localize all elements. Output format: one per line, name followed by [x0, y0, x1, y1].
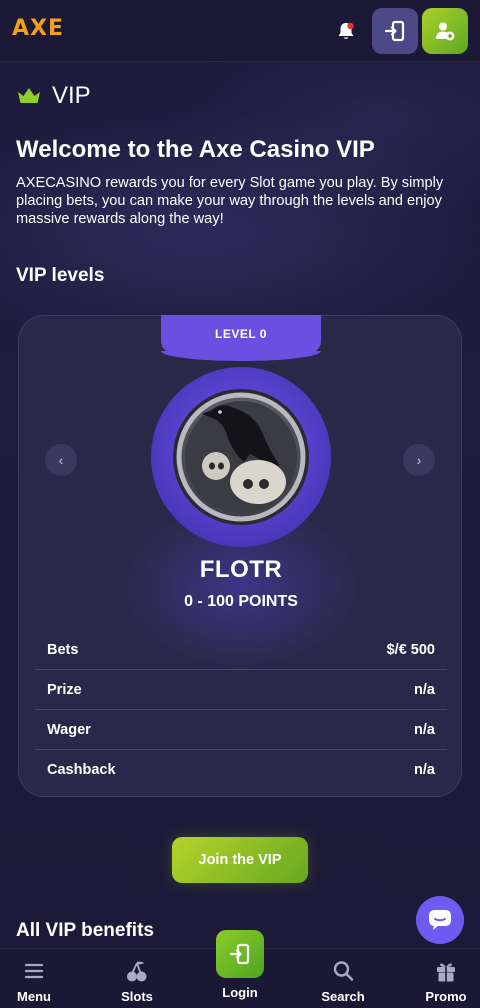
- nav-item-promo[interactable]: Promo: [406, 959, 480, 1004]
- nav-item-slots[interactable]: Slots: [97, 959, 177, 1004]
- chat-icon: [429, 910, 451, 930]
- stat-value: $/€ 500: [386, 641, 435, 658]
- nav-label: Search: [321, 989, 365, 1004]
- vip-levels-heading: VIP levels: [16, 265, 105, 286]
- chevron-right-icon: ›: [416, 452, 422, 468]
- vip-title-text: VIP: [52, 82, 91, 109]
- stat-label: Bets: [47, 641, 79, 658]
- stat-value: n/a: [414, 681, 435, 698]
- nav-item-login[interactable]: Login: [200, 985, 280, 1000]
- stat-label: Wager: [47, 721, 91, 738]
- stat-row-bets: Bets $/€ 500: [35, 630, 447, 670]
- cherries-icon: [127, 961, 147, 982]
- vip-level-card: LEVEL 0 ‹ › FLOTR 0 - 100 POINTS Bets $/…: [18, 315, 462, 797]
- login-icon: [229, 943, 250, 965]
- vip-heading: VIP: [16, 82, 91, 110]
- vip-page: AXE VIP Welcome to the Axe Casino VIP AX…: [0, 0, 480, 1008]
- nav-label: Login: [222, 985, 258, 1000]
- level-name: FLOTR: [199, 556, 283, 583]
- stat-value: n/a: [414, 721, 435, 738]
- stat-row-wager: Wager n/a: [35, 710, 447, 750]
- level-stats-table: Bets $/€ 500 Prize n/a Wager n/a Cashbac…: [35, 630, 447, 790]
- stat-value: n/a: [414, 762, 435, 778]
- level-tab-label: LEVEL 0: [215, 327, 267, 341]
- join-vip-button[interactable]: Join the VIP: [172, 837, 308, 883]
- chat-button[interactable]: [416, 896, 464, 944]
- level-badge-image: [151, 367, 331, 547]
- nav-label: Menu: [17, 989, 51, 1004]
- next-level-button[interactable]: ›: [403, 444, 435, 476]
- bell-icon[interactable]: [336, 20, 356, 42]
- search-icon: [333, 961, 354, 981]
- stat-row-prize: Prize n/a: [35, 670, 447, 710]
- header-register-button[interactable]: [422, 8, 468, 54]
- page-title: Welcome to the Axe Casino VIP: [16, 136, 375, 163]
- level-tab: LEVEL 0: [161, 315, 321, 361]
- menu-icon: [24, 963, 44, 979]
- stat-label: Prize: [47, 681, 82, 698]
- logo[interactable]: AXE: [12, 16, 64, 41]
- stat-label: Cashback: [47, 762, 116, 778]
- header-login-button[interactable]: [372, 8, 418, 54]
- nav-item-search[interactable]: Search: [303, 959, 383, 1004]
- level-points: 0 - 100 POINTS: [184, 593, 298, 610]
- nav-login-button[interactable]: [216, 930, 264, 978]
- login-icon: [384, 20, 405, 42]
- crown-icon: [18, 88, 40, 103]
- intro-text: AXECASINO rewards you for every Slot gam…: [16, 175, 444, 227]
- add-user-icon: [436, 22, 455, 41]
- chevron-left-icon: ‹: [58, 452, 64, 468]
- nav-label: Slots: [121, 989, 153, 1004]
- stat-row-cashback: Cashback n/a: [35, 750, 447, 790]
- vip-benefits-heading: All VIP benefits: [16, 920, 154, 941]
- nav-label: Promo: [425, 989, 467, 1004]
- gift-icon: [437, 963, 455, 982]
- previous-level-button[interactable]: ‹: [45, 444, 77, 476]
- top-header: AXE: [0, 0, 480, 62]
- nav-item-menu[interactable]: Menu: [0, 959, 74, 1004]
